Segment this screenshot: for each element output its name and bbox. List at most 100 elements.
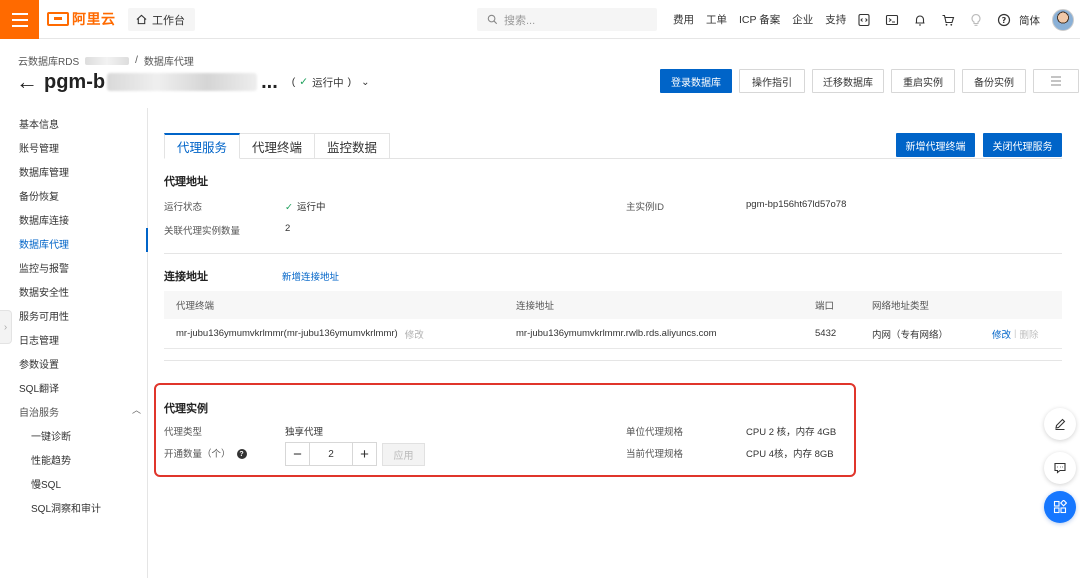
top-icons: ? [857, 0, 1011, 39]
add-endpoint-button[interactable]: 新增代理终端 [896, 133, 975, 157]
aliyun-logo[interactable]: 阿里云 [47, 9, 116, 29]
sidebar-item-perf-trend[interactable]: 性能趋势 [31, 452, 71, 467]
chat-icon [1054, 462, 1066, 474]
divider [164, 253, 1062, 254]
sidebar-item-logs[interactable]: 日志管理 [19, 332, 59, 347]
sidebar-item-sql-translate[interactable]: SQL翻译 [19, 380, 59, 395]
increment-button[interactable]: + [352, 443, 376, 465]
top-link-icp[interactable]: ICP 备案 [739, 12, 780, 27]
cart-icon[interactable] [941, 13, 955, 27]
top-link-support[interactable]: 支持 [825, 12, 846, 27]
migrate-db-button[interactable]: 迁移数据库 [812, 69, 884, 93]
main-actions: 新增代理终端 关闭代理服务 [896, 133, 1062, 157]
cell-port: 5432 [815, 328, 837, 339]
sidebar-item-backup[interactable]: 备份恢复 [19, 188, 59, 203]
section-title-proxy-instance: 代理实例 [164, 403, 208, 415]
current-spec-value: CPU 4核，内存 8GB [746, 449, 834, 460]
sidebar-item-availability[interactable]: 服务可用性 [19, 308, 69, 323]
menu-icon[interactable] [0, 0, 39, 39]
sidebar-group-autonomy[interactable]: 自治服务 [19, 404, 59, 419]
sidebar-item-basic-info[interactable]: 基本信息 [19, 116, 59, 131]
sidebar-item-params[interactable]: 参数设置 [19, 356, 59, 371]
linked-count-label: 关联代理实例数量 [164, 226, 241, 237]
search-input[interactable]: 搜索... [477, 8, 657, 31]
terminal-edit-link[interactable]: 修改 [405, 327, 424, 341]
chevron-down-icon[interactable]: ⌄ [361, 77, 369, 88]
home-icon [136, 14, 147, 25]
list-icon [1051, 76, 1061, 86]
guide-button[interactable]: 操作指引 [739, 69, 805, 93]
check-icon: ✓ [299, 76, 309, 88]
row-edit-link[interactable]: 修改 [992, 327, 1011, 341]
col-net-type: 网络地址类型 [872, 301, 930, 312]
login-db-button[interactable]: 登录数据库 [660, 69, 732, 93]
sidebar-item-connection[interactable]: 数据库连接 [19, 212, 69, 227]
chevron-up-icon[interactable]: ︿ [132, 403, 141, 416]
more-menu-button[interactable] [1033, 69, 1079, 93]
back-arrow-icon[interactable]: ← [16, 71, 38, 93]
backup-instance-button[interactable]: 备份实例 [962, 69, 1026, 93]
edit-float-button[interactable] [1044, 408, 1076, 440]
terminal-icon[interactable] [885, 13, 899, 27]
sidebar-item-security[interactable]: 数据安全性 [19, 284, 69, 299]
chat-float-button[interactable] [1044, 452, 1076, 484]
bell-icon[interactable] [913, 13, 927, 27]
cell-ops: 修改 | 删除 [992, 319, 1039, 348]
sidebar-item-monitoring[interactable]: 监控与报警 [19, 260, 69, 275]
top-link-fees[interactable]: 费用 [673, 12, 694, 27]
quantity-value[interactable]: 2 [310, 443, 352, 465]
sidebar-item-diagnosis[interactable]: 一键诊断 [31, 428, 71, 443]
count-label: 开通数量（个） [164, 449, 231, 460]
ops-separator: | [1014, 328, 1017, 339]
sidebar-item-slow-sql[interactable]: 慢SQL [31, 476, 61, 491]
tab-bar: 代理服务 代理终端 监控数据 [164, 133, 391, 159]
main-instance-value: pgm-bp156ht67ld57o78 [746, 199, 847, 210]
avatar[interactable] [1052, 9, 1074, 31]
decrement-button[interactable]: − [286, 443, 310, 465]
run-status-label: 运行状态 [164, 202, 203, 213]
add-connection-link[interactable]: 新增连接地址 [282, 269, 339, 283]
apply-button[interactable]: 应用 [382, 443, 425, 466]
connection-table: 代理终端 连接地址 端口 网络地址类型 mr-jubu136ymumvkrlmm… [164, 291, 1062, 349]
col-address: 连接地址 [516, 301, 555, 312]
tab-monitoring-data[interactable]: 监控数据 [315, 133, 391, 159]
breadcrumb-root[interactable]: 云数据库RDS [18, 53, 79, 68]
check-icon: ✓ [285, 202, 293, 213]
workbench-button[interactable]: 工作台 [128, 8, 195, 31]
proxy-type-label: 代理类型 [164, 427, 203, 438]
sidebar-item-sql-audit[interactable]: SQL洞察和审计 [31, 500, 101, 515]
count-label-wrap: 开通数量（个）? [164, 446, 247, 460]
sidebar-item-db-proxy[interactable]: 数据库代理 [19, 236, 69, 251]
help-icon[interactable]: ? [236, 449, 247, 460]
table-header: 代理终端 连接地址 端口 网络地址类型 [164, 291, 1062, 319]
row-delete-link[interactable]: 删除 [1019, 327, 1038, 341]
apps-float-button[interactable] [1044, 491, 1076, 523]
aliyun-logo-mark [47, 12, 69, 26]
proxy-type-value: 独享代理 [285, 427, 324, 438]
restart-instance-button[interactable]: 重启实例 [891, 69, 955, 93]
sidebar: 基本信息 账号管理 数据库管理 备份恢复 数据库连接 数据库代理 监控与报警 数… [0, 108, 148, 578]
close-proxy-button[interactable]: 关闭代理服务 [983, 133, 1062, 157]
language-switch[interactable]: 简体 [1019, 13, 1040, 28]
cell-address: mr-jubu136ymumvkrlmmr.rwlb.rds.aliyuncs.… [516, 328, 717, 339]
code-icon[interactable] [857, 13, 871, 27]
lightbulb-icon[interactable] [969, 13, 983, 27]
search-placeholder: 搜索... [504, 14, 536, 27]
instance-status[interactable]: ( ✓ 运行中 ) ⌄ [292, 75, 370, 90]
top-link-enterprise[interactable]: 企业 [792, 12, 813, 27]
sidebar-item-databases[interactable]: 数据库管理 [19, 164, 69, 179]
help-icon[interactable]: ? [997, 13, 1011, 27]
run-status-value: ✓ 运行中 [285, 199, 325, 213]
top-link-tickets[interactable]: 工单 [706, 12, 727, 27]
section-title-connection: 连接地址 [164, 271, 208, 283]
breadcrumb-sep: / [135, 55, 138, 66]
sidebar-item-accounts[interactable]: 账号管理 [19, 140, 59, 155]
main-instance-label: 主实例ID [626, 202, 665, 213]
paren-open: ( [291, 76, 296, 88]
tab-proxy-service[interactable]: 代理服务 [164, 133, 241, 159]
tab-proxy-endpoint[interactable]: 代理终端 [240, 133, 316, 159]
quantity-stepper[interactable]: − 2 + [285, 442, 377, 466]
cell-terminal: mr-jubu136ymumvkrlmmr(mr-jubu136ymumvkrl… [176, 319, 424, 348]
sidebar-collapse-handle[interactable]: › [0, 310, 12, 344]
apps-icon [1053, 500, 1067, 514]
